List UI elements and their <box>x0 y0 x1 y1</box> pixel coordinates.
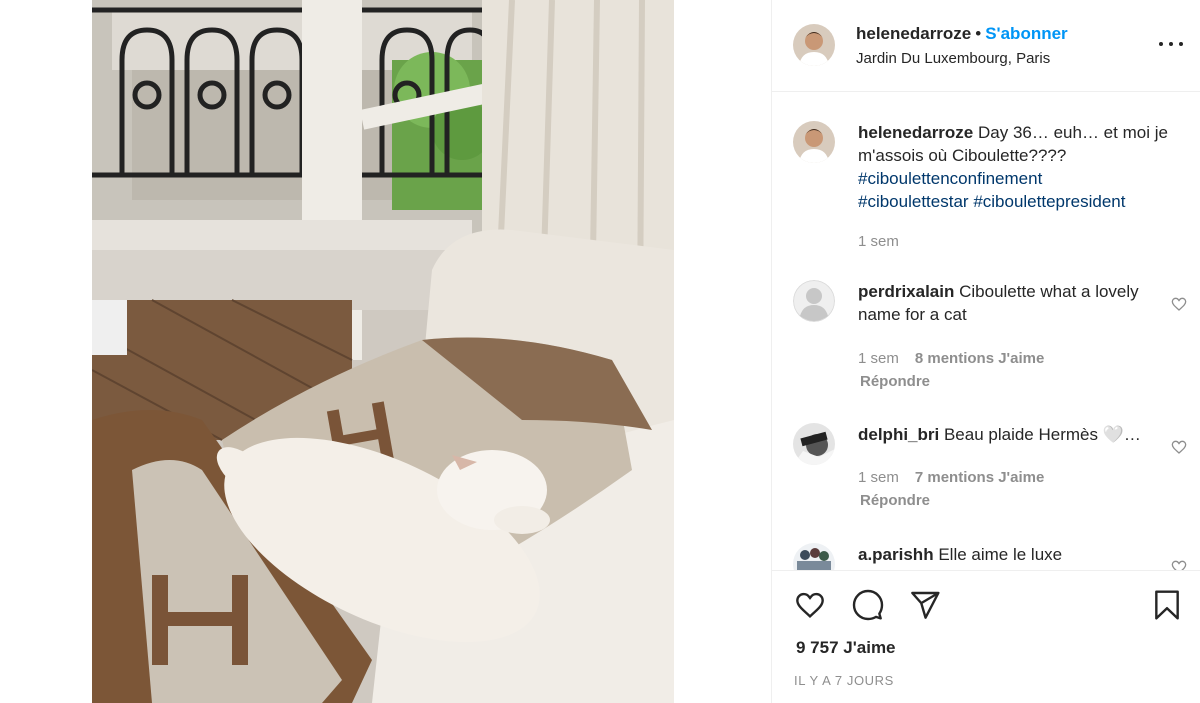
more-dot <box>1169 42 1173 46</box>
more-dot <box>1159 42 1163 46</box>
comment-body: Elle aime le luxe <box>938 545 1063 564</box>
comment-heart-icon[interactable] <box>1171 296 1187 312</box>
author-line: helenedarroze • S'abonner <box>856 24 1068 44</box>
comment-text: perdrixalain Ciboulette what a lovely na… <box>858 280 1158 326</box>
comment-avatar[interactable] <box>793 280 835 322</box>
comment-heart-icon[interactable] <box>1171 439 1187 455</box>
hashtag-link[interactable]: #ciboulettenconfinement <box>858 169 1042 188</box>
comment-body: Beau plaide Hermès 🤍… <box>943 425 1141 444</box>
comment-time: 1 sem <box>858 469 899 486</box>
comment-heart-icon[interactable] <box>1171 559 1187 570</box>
comment-username[interactable]: delphi_bri <box>858 425 939 444</box>
comment-time: 1 sem <box>858 350 899 367</box>
follow-button[interactable]: S'abonner <box>985 24 1067 43</box>
comment-text: a.parishh Elle aime le luxe <box>858 543 1158 566</box>
caption-text: helenedarroze Day 36… euh… et moi je m'a… <box>858 121 1178 213</box>
comment-likes[interactable]: 7 mentions J'aime <box>915 469 1044 486</box>
default-avatar-image <box>793 280 835 322</box>
comment-meta: 1 sem 8 mentions J'aime <box>858 350 1044 367</box>
comment-username[interactable]: perdrixalain <box>858 282 954 301</box>
cat-on-sofa-image <box>92 0 674 703</box>
more-options-icon[interactable] <box>1159 34 1183 54</box>
comment-username[interactable]: a.parishh <box>858 545 934 564</box>
separator-dot: • <box>975 24 982 43</box>
author-avatar-image <box>793 24 835 66</box>
post-side-panel: helenedarroze • S'abonner Jardin Du Luxemb… <box>771 0 1200 703</box>
caption-avatar-image <box>793 121 835 163</box>
author-username[interactable]: helenedarroze <box>856 24 971 43</box>
likes-count[interactable]: 9 757 J'aime <box>796 638 896 658</box>
comment-avatar-image <box>793 543 835 570</box>
more-dot <box>1179 42 1183 46</box>
reply-button[interactable]: Répondre <box>860 373 930 390</box>
comment-avatar[interactable] <box>793 543 835 570</box>
caption-time: 1 sem <box>858 233 899 250</box>
post-location[interactable]: Jardin Du Luxembourg, Paris <box>856 50 1050 67</box>
heart-icon[interactable] <box>794 589 826 621</box>
author-avatar[interactable] <box>793 24 835 66</box>
post-header: helenedarroze • S'abonner Jardin Du Luxemb… <box>772 0 1200 92</box>
hashtag-link[interactable]: #ciboulettepresident <box>973 192 1125 211</box>
caption-username[interactable]: helenedarroze <box>858 123 973 142</box>
comment-likes[interactable]: 8 mentions J'aime <box>915 350 1044 367</box>
reply-button[interactable]: Répondre <box>860 492 930 509</box>
post-actions: 9 757 J'aime IL Y A 7 JOURS <box>772 570 1200 703</box>
send-icon[interactable] <box>909 589 941 621</box>
bookmark-icon[interactable] <box>1151 589 1183 621</box>
post-date[interactable]: IL Y A 7 JOURS <box>794 673 894 688</box>
comment-meta: 1 sem 7 mentions J'aime <box>858 469 1044 486</box>
comment-avatar[interactable] <box>793 423 835 465</box>
comment-avatar-image <box>793 423 835 465</box>
post-photo[interactable] <box>92 0 674 703</box>
comment-text: delphi_bri Beau plaide Hermès 🤍… <box>858 423 1158 446</box>
hashtag-link[interactable]: #ciboulettestar <box>858 192 969 211</box>
comment-icon[interactable] <box>852 589 884 621</box>
post-media-area <box>0 0 771 703</box>
caption-avatar[interactable] <box>793 121 835 163</box>
comments-list[interactable]: helenedarroze Day 36… euh… et moi je m'a… <box>772 93 1200 570</box>
